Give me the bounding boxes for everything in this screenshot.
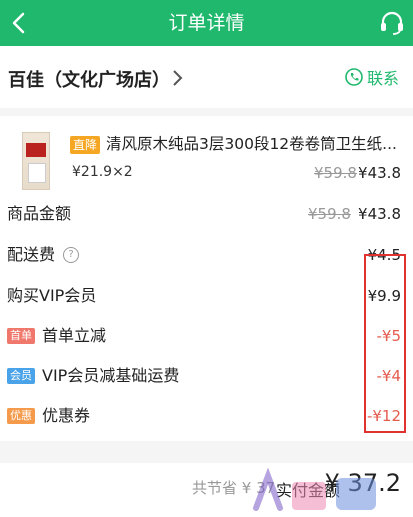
delivery-label: 配送费 [7,245,56,264]
contact-label: 联系 [366,69,399,88]
chevron-right-icon [173,70,183,86]
goods-amount-value: ¥43.8 [358,205,401,223]
discount-row: 会员 VIP会员减基础运费 -¥4 [0,361,413,391]
goods-amount-original: ¥59.8 [308,205,351,223]
price-drop-badge: 直降 [70,136,101,154]
question-circle-icon[interactable]: ? [63,247,80,263]
headset-icon[interactable] [379,10,405,36]
store-name[interactable]: 百佳（文化广场店） [8,66,170,92]
discount-row: 首单 首单立减 -¥5 [0,321,413,351]
product-image[interactable] [22,132,50,190]
first-order-badge: 首单 [7,328,35,344]
coupon-badge: 优惠 [7,408,35,424]
nav-header: 订单详情 [0,0,413,46]
highlight-box [364,254,406,433]
vip-label: 购买VIP会员 [7,286,97,305]
goods-amount-label: 商品金额 [7,204,72,223]
product-final-total: ¥43.8 [358,164,401,182]
watermark-logo [253,468,376,511]
page-title: 订单详情 [168,12,245,34]
store-card[interactable]: 百佳（文化广场店） 联系 [0,46,413,108]
phone-icon [345,68,363,86]
order-card: 直降 清风原木纯品3层300段12卷卷筒卫生纸... ¥21.9×2 ¥59.8… [0,116,413,441]
vip-row: 购买VIP会员 ¥9.9 [0,281,413,311]
product-name[interactable]: 清风原木纯品3层300段12卷卷筒卫生纸... [106,132,397,154]
member-badge: 会员 [7,368,35,384]
discount-label: VIP会员减基础运费 [42,366,180,385]
contact-button[interactable]: 联系 [345,65,399,89]
discount-label: 优惠券 [42,406,91,425]
discount-row: 优惠 优惠券 -¥12 [0,401,413,431]
product-unit-price: ¥21.9×2 [72,164,133,180]
discount-label: 首单立减 [42,326,107,345]
product-original-total: ¥59.8 [314,164,357,182]
goods-amount-row: 商品金额 ¥59.8 ¥43.8 [0,199,413,229]
delivery-row: 配送费 ? ¥4.5 [0,240,413,270]
